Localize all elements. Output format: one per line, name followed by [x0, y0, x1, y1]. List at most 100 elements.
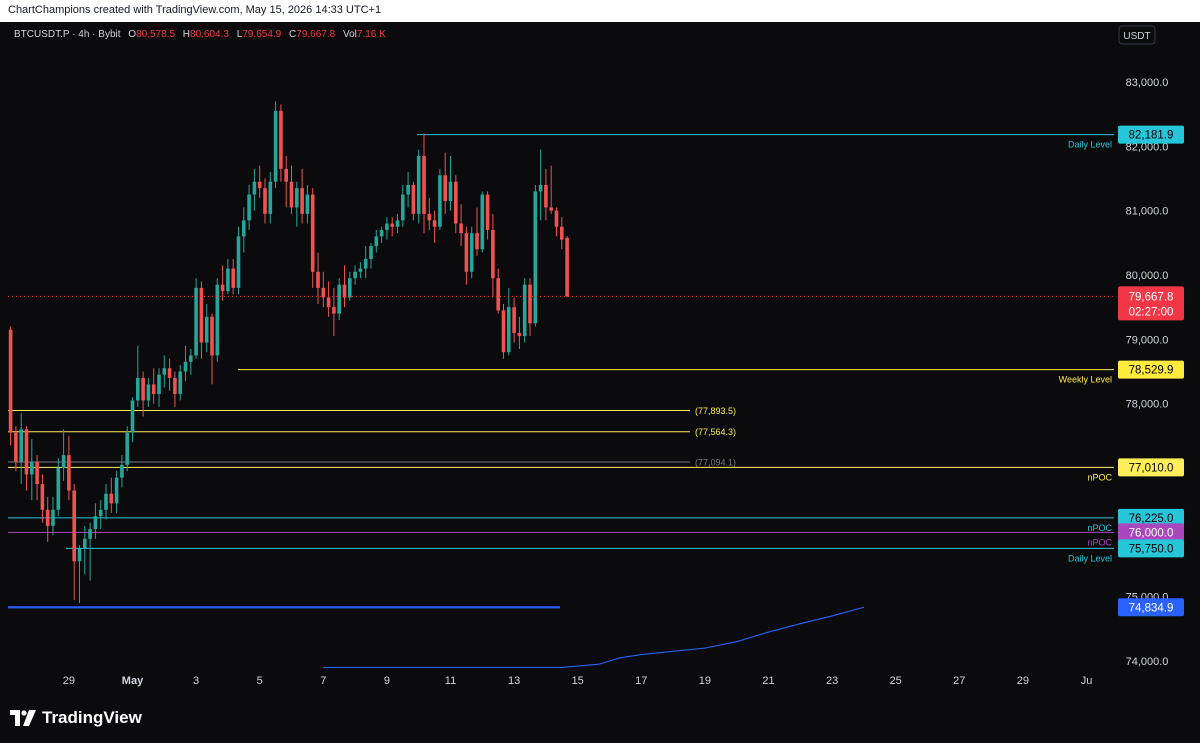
candle: [332, 287, 336, 337]
candle: [19, 413, 23, 485]
price-badges: 82,181.9 78,529.9 77,010.0 76,225.0 76,000.0…: [1118, 125, 1184, 617]
candle-body: [173, 377, 177, 395]
blue-curve-line: [323, 606, 865, 668]
candle-body: [337, 284, 341, 314]
time-tick-label: 29: [1017, 675, 1029, 687]
candle: [236, 226, 241, 295]
price-tick-label: 80,000.0: [1126, 270, 1169, 282]
candle: [220, 265, 225, 301]
candle: [549, 165, 553, 214]
candle-body: [88, 529, 92, 539]
candle-body: [77, 548, 82, 562]
level-name-0: Daily Level: [1068, 140, 1112, 150]
candle-body: [284, 168, 288, 182]
candle: [189, 348, 193, 375]
currency-badge[interactable]: USDT: [1118, 25, 1156, 45]
candle-body: [183, 361, 188, 372]
candle: [295, 181, 299, 227]
candle: [501, 303, 506, 359]
candle-body: [565, 237, 569, 297]
tradingview-logo[interactable]: TradingView: [10, 708, 142, 728]
time-tick-label: 15: [572, 675, 584, 687]
candle-body: [342, 284, 347, 298]
candle-body: [348, 278, 352, 298]
candle: [98, 500, 103, 530]
candle-body: [204, 316, 209, 343]
candle-body: [120, 464, 124, 478]
currency-label: USDT: [1123, 31, 1150, 42]
candle: [390, 217, 394, 237]
legend-h-value: 80,604.3: [190, 29, 229, 40]
level-badge-9-text: 74,834.9: [1129, 602, 1174, 614]
time-tick-label: 19: [699, 675, 711, 687]
candle: [268, 172, 273, 224]
svg-text:BTCUSDT.P · 4h · Bybit O: BTCUSDT.P · 4h · Bybit O80,578.5 H80,604…: [14, 29, 386, 40]
candle-body: [432, 220, 437, 227]
candle-body: [72, 490, 76, 562]
candle-body: [538, 184, 543, 192]
candle-body: [162, 368, 167, 375]
candle-body: [51, 509, 55, 526]
candle-body: [544, 184, 548, 208]
candle: [337, 278, 341, 321]
candle: [24, 426, 29, 491]
candle-body: [210, 316, 214, 356]
candle: [459, 204, 463, 247]
candle: [83, 525, 87, 575]
candle: [560, 217, 564, 250]
time-tick-label: 9: [384, 675, 390, 687]
candle: [342, 265, 347, 308]
candle: [125, 426, 129, 472]
candle: [448, 155, 453, 211]
candle-body: [560, 226, 564, 240]
candle-body: [395, 220, 400, 227]
current-price-badge-value: 79,667.8: [1129, 291, 1174, 303]
level-badge-5-text: 77,010.0: [1129, 462, 1174, 474]
candle: [401, 184, 405, 227]
candle: [432, 210, 437, 243]
candle-body: [379, 229, 384, 237]
candle: [565, 236, 569, 298]
candle: [496, 268, 500, 314]
candle-body: [369, 246, 373, 259]
candle: [8, 326, 13, 446]
candle: [517, 316, 522, 349]
candle-body: [252, 181, 257, 195]
candle-body: [226, 268, 230, 292]
candle-body: [533, 191, 538, 324]
candle: [162, 355, 167, 388]
candle-body: [67, 455, 71, 491]
candle-body: [194, 287, 198, 356]
candle: [40, 474, 45, 523]
candle-body: [114, 477, 119, 504]
candle-body: [19, 429, 23, 462]
candle-body: [146, 384, 151, 401]
candle-body: [353, 271, 357, 279]
candle-body: [8, 329, 13, 433]
candle-body: [358, 268, 363, 272]
chart-svg[interactable]: Daily Level Weekly Level (77,893.5) (77,564…: [0, 0, 1200, 743]
candle-body: [496, 278, 500, 311]
candle-body: [374, 236, 379, 247]
candle-body: [475, 233, 479, 250]
candle: [395, 213, 400, 234]
candle: [120, 455, 124, 488]
candle: [199, 281, 204, 359]
level-badge-7-text: 76,000.0: [1129, 527, 1174, 539]
candle-body: [491, 229, 495, 279]
candle-body: [454, 181, 458, 224]
candle: [416, 149, 421, 224]
candle-body: [390, 223, 394, 227]
level-name-7: nPOC: [1087, 537, 1112, 547]
level-inline-label-4: (77,094.1): [695, 457, 736, 467]
candle: [379, 226, 384, 243]
candle: [215, 278, 220, 362]
candle-body: [167, 368, 172, 378]
candle-body: [178, 371, 182, 395]
candle: [507, 287, 511, 356]
candle-body: [268, 181, 273, 214]
time-axis[interactable]: 29 May 3 5 7 9 11 13 15 17 19 21 23 25 27 29 Ju: [63, 675, 1093, 687]
candle-body: [263, 188, 267, 214]
legend-l-value: 79,654.9: [242, 29, 281, 40]
time-tick-label: 3: [193, 675, 199, 687]
